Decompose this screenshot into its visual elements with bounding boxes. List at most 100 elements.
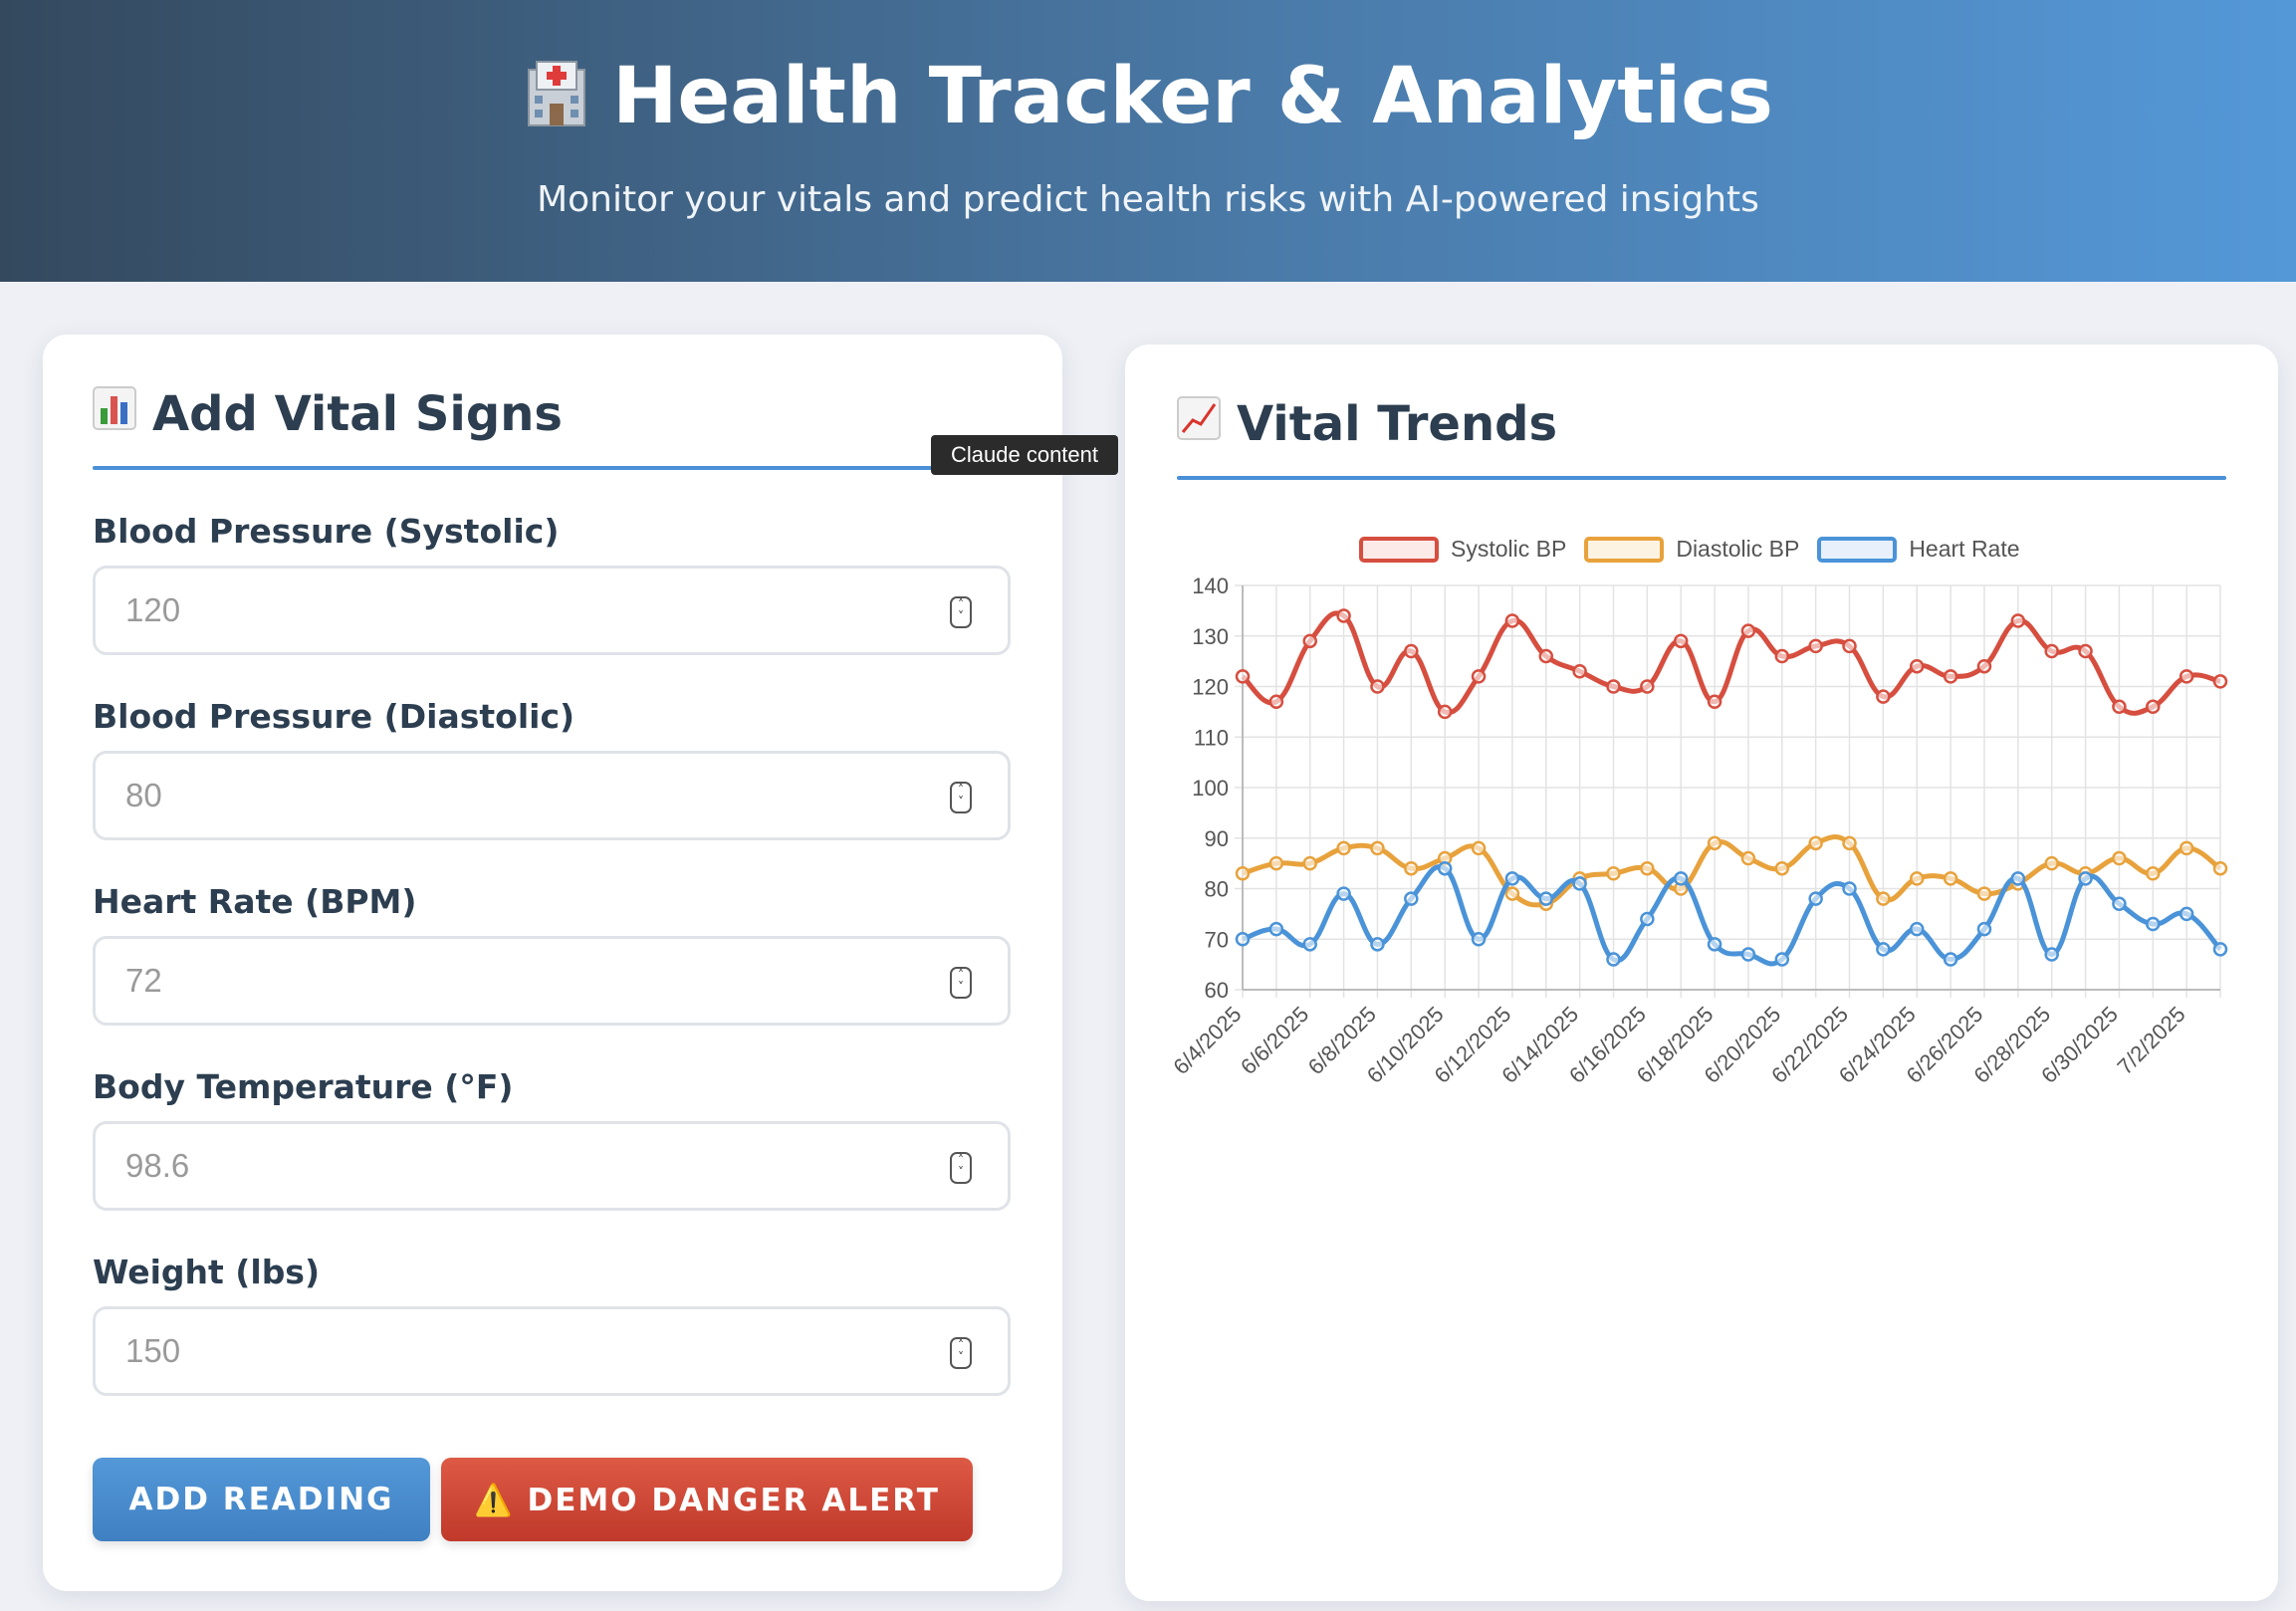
- data-point-systolic-bp[interactable]: [1740, 623, 1756, 638]
- data-point-diastolic-bp[interactable]: [1370, 840, 1385, 856]
- data-point-heart-rate[interactable]: [1504, 871, 1520, 886]
- data-point-heart-rate[interactable]: [1437, 860, 1453, 876]
- data-point-heart-rate[interactable]: [1336, 886, 1351, 901]
- heart-rate-field[interactable]: ˄˅: [93, 936, 1011, 1026]
- data-point-diastolic-bp[interactable]: [1876, 891, 1891, 906]
- data-point-diastolic-bp[interactable]: [1774, 860, 1790, 876]
- data-point-heart-rate[interactable]: [1707, 937, 1722, 952]
- data-point-diastolic-bp[interactable]: [1471, 840, 1487, 856]
- data-point-heart-rate[interactable]: [1640, 911, 1655, 927]
- data-point-systolic-bp[interactable]: [1774, 648, 1790, 664]
- data-point-systolic-bp[interactable]: [2078, 643, 2093, 659]
- data-point-systolic-bp[interactable]: [2044, 643, 2059, 659]
- data-point-heart-rate[interactable]: [2112, 896, 2127, 911]
- data-point-diastolic-bp[interactable]: [1606, 866, 1621, 881]
- data-point-systolic-bp[interactable]: [1404, 643, 1419, 659]
- data-point-heart-rate[interactable]: [2078, 871, 2093, 886]
- data-point-diastolic-bp[interactable]: [1404, 860, 1419, 876]
- data-point-heart-rate[interactable]: [1370, 937, 1385, 952]
- data-point-diastolic-bp[interactable]: [1336, 840, 1351, 856]
- data-point-heart-rate[interactable]: [1976, 921, 1992, 937]
- number-spinner-icon[interactable]: ˄ ˅: [950, 1337, 972, 1369]
- data-point-systolic-bp[interactable]: [1808, 638, 1823, 654]
- data-point-heart-rate[interactable]: [2010, 871, 2026, 886]
- data-point-heart-rate[interactable]: [1235, 932, 1251, 947]
- data-point-diastolic-bp[interactable]: [1909, 871, 1925, 886]
- add-reading-button[interactable]: ADD READING: [93, 1458, 430, 1541]
- data-point-diastolic-bp[interactable]: [1504, 886, 1520, 901]
- data-point-heart-rate[interactable]: [1404, 891, 1419, 906]
- data-point-diastolic-bp[interactable]: [2212, 860, 2228, 876]
- data-point-systolic-bp[interactable]: [1909, 658, 1925, 674]
- data-point-heart-rate[interactable]: [1471, 932, 1487, 947]
- diastolic-field[interactable]: ˄˅: [93, 751, 1011, 840]
- data-point-systolic-bp[interactable]: [2179, 669, 2194, 684]
- data-point-systolic-bp[interactable]: [1504, 613, 1520, 628]
- data-point-systolic-bp[interactable]: [1943, 669, 1958, 684]
- systolic-field[interactable]: ˄˅: [93, 566, 1011, 655]
- temperature-input[interactable]: [125, 1124, 922, 1208]
- data-point-systolic-bp[interactable]: [1673, 633, 1689, 649]
- data-point-systolic-bp[interactable]: [1707, 694, 1722, 709]
- data-point-diastolic-bp[interactable]: [1707, 835, 1722, 851]
- number-spinner-icon[interactable]: ˄ ˅: [950, 596, 972, 628]
- systolic-input[interactable]: [125, 569, 922, 652]
- number-spinner-icon[interactable]: ˄ ˅: [950, 967, 972, 999]
- weight-field[interactable]: ˄˅: [93, 1306, 1011, 1396]
- data-point-heart-rate[interactable]: [1909, 921, 1925, 937]
- data-point-heart-rate[interactable]: [1268, 921, 1284, 937]
- data-point-heart-rate[interactable]: [2179, 906, 2194, 922]
- data-point-heart-rate[interactable]: [2146, 916, 2161, 932]
- data-point-heart-rate[interactable]: [2044, 947, 2059, 962]
- data-point-systolic-bp[interactable]: [1268, 694, 1284, 709]
- data-point-diastolic-bp[interactable]: [1235, 866, 1251, 881]
- data-point-diastolic-bp[interactable]: [1976, 886, 1992, 901]
- data-point-systolic-bp[interactable]: [1876, 689, 1891, 704]
- data-point-diastolic-bp[interactable]: [1943, 871, 1958, 886]
- data-point-systolic-bp[interactable]: [2212, 674, 2228, 689]
- data-point-diastolic-bp[interactable]: [2146, 866, 2161, 881]
- data-point-systolic-bp[interactable]: [1640, 679, 1655, 694]
- data-point-systolic-bp[interactable]: [1538, 648, 1554, 664]
- data-point-systolic-bp[interactable]: [1572, 664, 1587, 679]
- data-point-heart-rate[interactable]: [1876, 942, 1891, 957]
- data-point-heart-rate[interactable]: [1673, 871, 1689, 886]
- data-point-systolic-bp[interactable]: [1437, 704, 1453, 720]
- temperature-field[interactable]: ˄˅: [93, 1121, 1011, 1211]
- data-point-diastolic-bp[interactable]: [2044, 855, 2059, 871]
- data-point-systolic-bp[interactable]: [1336, 608, 1351, 623]
- number-spinner-icon[interactable]: ˄ ˅: [950, 1152, 972, 1184]
- data-point-diastolic-bp[interactable]: [1302, 855, 1317, 871]
- data-point-heart-rate[interactable]: [1740, 947, 1756, 962]
- data-point-diastolic-bp[interactable]: [2179, 840, 2194, 856]
- data-point-diastolic-bp[interactable]: [1640, 860, 1655, 876]
- data-point-diastolic-bp[interactable]: [1268, 855, 1284, 871]
- data-point-systolic-bp[interactable]: [1471, 669, 1487, 684]
- weight-input[interactable]: [125, 1309, 922, 1393]
- heart-rate-input[interactable]: [125, 939, 922, 1023]
- data-point-systolic-bp[interactable]: [1976, 658, 1992, 674]
- data-point-heart-rate[interactable]: [1842, 881, 1857, 896]
- data-point-diastolic-bp[interactable]: [2112, 850, 2127, 866]
- data-point-heart-rate[interactable]: [1943, 952, 1958, 967]
- data-point-heart-rate[interactable]: [1572, 876, 1587, 891]
- data-point-heart-rate[interactable]: [1808, 891, 1823, 906]
- data-point-diastolic-bp[interactable]: [1808, 835, 1823, 851]
- data-point-systolic-bp[interactable]: [1842, 638, 1857, 654]
- data-point-systolic-bp[interactable]: [1370, 679, 1385, 694]
- diastolic-input[interactable]: [125, 754, 922, 837]
- number-spinner-icon[interactable]: ˄ ˅: [950, 782, 972, 813]
- data-point-diastolic-bp[interactable]: [1842, 835, 1857, 851]
- data-point-systolic-bp[interactable]: [1606, 679, 1621, 694]
- data-point-systolic-bp[interactable]: [2010, 613, 2026, 628]
- data-point-diastolic-bp[interactable]: [1740, 850, 1756, 866]
- demo-danger-alert-button[interactable]: ⚠️ DEMO DANGER ALERT: [441, 1458, 973, 1541]
- data-point-systolic-bp[interactable]: [2146, 699, 2161, 715]
- data-point-heart-rate[interactable]: [1774, 952, 1790, 967]
- data-point-heart-rate[interactable]: [1606, 952, 1621, 967]
- data-point-heart-rate[interactable]: [2212, 942, 2228, 957]
- data-point-heart-rate[interactable]: [1302, 937, 1317, 952]
- data-point-heart-rate[interactable]: [1538, 891, 1554, 906]
- data-point-systolic-bp[interactable]: [1235, 669, 1251, 684]
- data-point-systolic-bp[interactable]: [1302, 633, 1317, 649]
